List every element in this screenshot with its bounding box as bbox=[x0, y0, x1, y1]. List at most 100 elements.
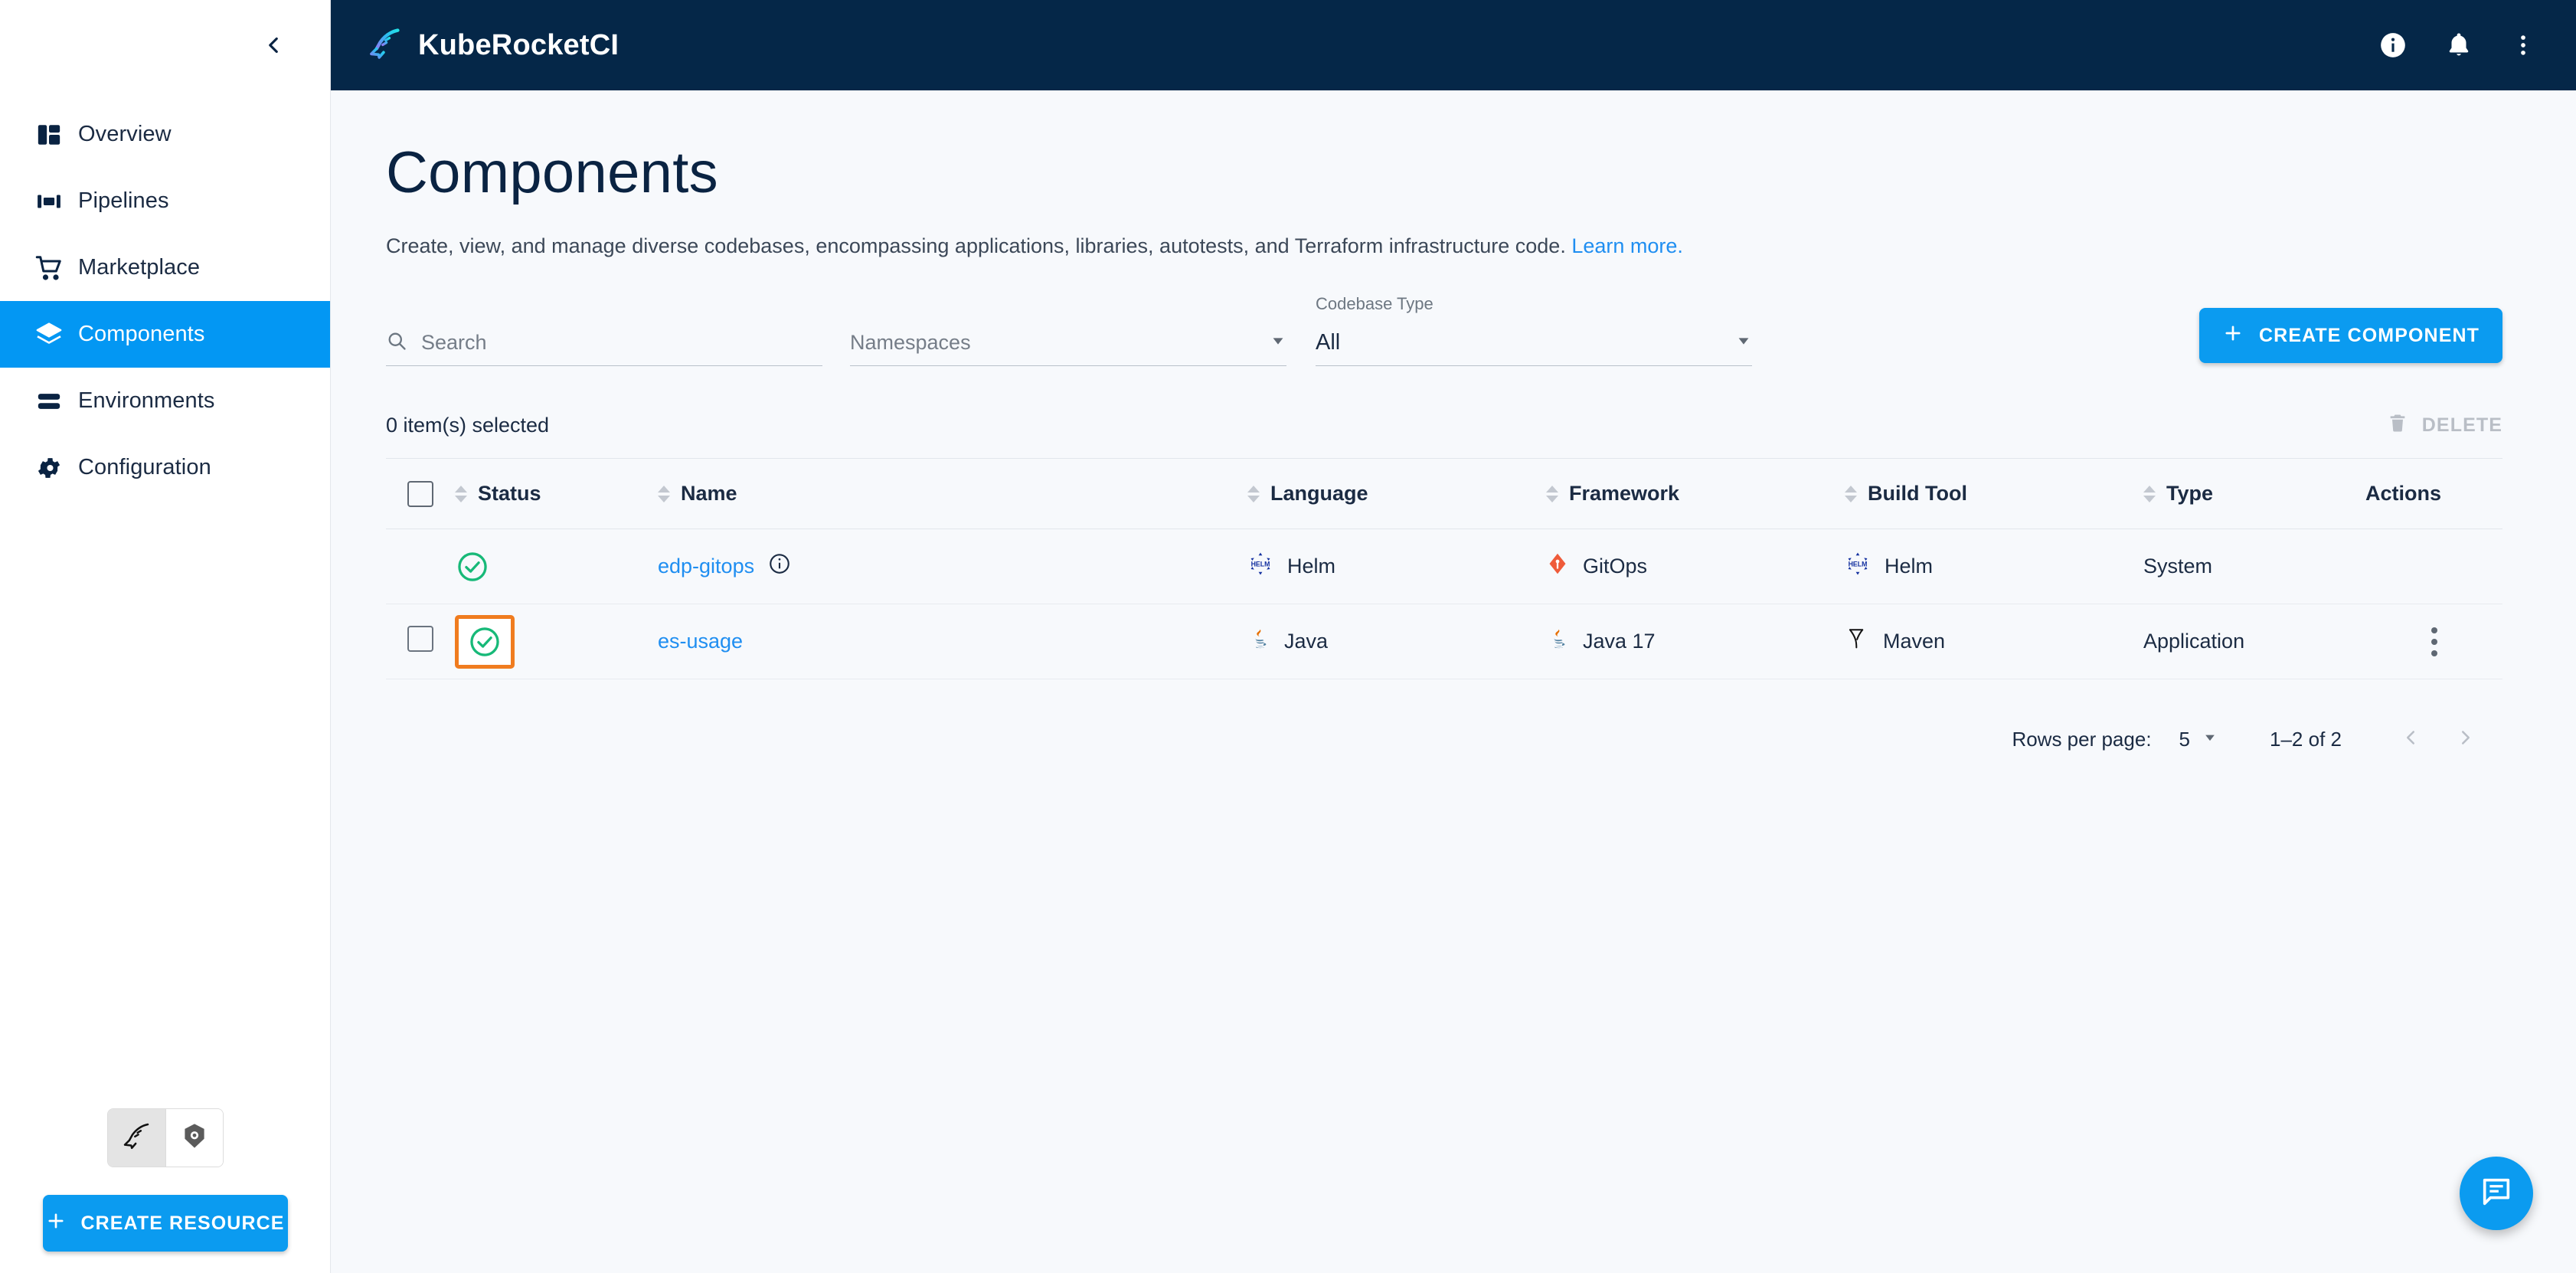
sidebar-item-pipelines[interactable]: Pipelines bbox=[0, 168, 330, 234]
sidebar-header bbox=[0, 0, 330, 90]
search-field: Search bbox=[386, 320, 822, 366]
th-build-tool[interactable]: Build Tool bbox=[1845, 459, 2143, 529]
delete-button[interactable]: DELETE bbox=[2387, 412, 2502, 439]
th-type-label: Type bbox=[2166, 482, 2213, 506]
sidebar-item-label: Environments bbox=[78, 388, 215, 414]
kuberocket-logo-icon bbox=[368, 27, 401, 64]
th-language-label: Language bbox=[1270, 482, 1368, 506]
kuberocket-mode-button[interactable] bbox=[108, 1109, 165, 1167]
topbar: KubeRocketCI bbox=[331, 0, 2576, 90]
namespaces-select[interactable]: Namespaces bbox=[850, 320, 1286, 366]
sidebar-item-components[interactable]: Components bbox=[0, 301, 330, 368]
sort-icon bbox=[1546, 486, 1558, 502]
cell-select bbox=[386, 529, 455, 604]
pagination-range: 1–2 of 2 bbox=[2270, 728, 2342, 751]
search-icon bbox=[386, 330, 407, 355]
table-row[interactable]: edp-gitops HELM Helm bbox=[386, 529, 2502, 604]
status-ok-icon[interactable] bbox=[467, 624, 502, 659]
cell-select bbox=[386, 604, 455, 679]
page-description: Create, view, and manage diverse codebas… bbox=[386, 234, 2502, 258]
app-root: Overview Pipelines Marketplace Component… bbox=[0, 0, 2576, 1273]
helm-icon: HELM bbox=[1845, 551, 1871, 582]
sidebar-item-overview[interactable]: Overview bbox=[0, 101, 330, 168]
status-highlight-box bbox=[455, 615, 515, 669]
th-actions: Actions bbox=[2365, 459, 2502, 529]
language-label: Helm bbox=[1287, 555, 1335, 578]
th-name-label: Name bbox=[681, 482, 737, 506]
row-actions-menu-icon[interactable] bbox=[2365, 627, 2502, 656]
sort-icon bbox=[2143, 486, 2156, 502]
build-tool-label: Helm bbox=[1885, 555, 1933, 578]
sort-icon bbox=[1247, 486, 1260, 502]
rows-per-page-label: Rows per page: bbox=[2012, 728, 2151, 751]
cell-language: HELM Helm bbox=[1247, 529, 1546, 604]
environments-icon bbox=[20, 388, 78, 414]
th-name[interactable]: Name bbox=[658, 459, 1247, 529]
selection-count: 0 item(s) selected bbox=[386, 414, 549, 437]
codebase-type-label: Codebase Type bbox=[1316, 294, 1433, 314]
th-actions-label: Actions bbox=[2365, 482, 2441, 506]
more-vertical-icon[interactable] bbox=[2510, 32, 2536, 58]
java-icon bbox=[1546, 626, 1569, 657]
row-checkbox[interactable] bbox=[407, 626, 433, 652]
brand[interactable]: KubeRocketCI bbox=[368, 27, 619, 64]
bell-icon[interactable] bbox=[2444, 31, 2473, 60]
sort-icon bbox=[455, 486, 467, 502]
create-resource-label: CREATE RESOURCE bbox=[80, 1212, 284, 1235]
info-icon[interactable] bbox=[2378, 31, 2408, 60]
select-all-checkbox[interactable] bbox=[407, 481, 433, 507]
codebase-type-select[interactable]: All bbox=[1316, 320, 1752, 366]
component-name-link[interactable]: es-usage bbox=[658, 630, 743, 653]
codebase-type-field: Codebase Type All bbox=[1316, 320, 1752, 366]
sidebar-item-label: Pipelines bbox=[78, 188, 169, 214]
sidebar-item-marketplace[interactable]: Marketplace bbox=[0, 234, 330, 301]
th-build-tool-label: Build Tool bbox=[1868, 482, 1967, 506]
next-page-button[interactable] bbox=[2438, 712, 2493, 767]
th-language[interactable]: Language bbox=[1247, 459, 1546, 529]
sidebar-item-label: Configuration bbox=[78, 455, 211, 480]
chat-icon bbox=[2479, 1174, 2514, 1213]
page-description-text: Create, view, and manage diverse codebas… bbox=[386, 234, 1566, 257]
page-title: Components bbox=[386, 144, 2502, 202]
pagination: Rows per page: 5 1–2 of 2 bbox=[386, 712, 2502, 767]
chevron-down-icon bbox=[1270, 332, 1286, 353]
main-column: KubeRocketCI Components Create, view, an… bbox=[331, 0, 2576, 1273]
th-type[interactable]: Type bbox=[2143, 459, 2365, 529]
th-framework[interactable]: Framework bbox=[1546, 459, 1845, 529]
previous-page-button[interactable] bbox=[2383, 712, 2438, 767]
chevron-left-icon bbox=[2399, 726, 2422, 753]
build-tool-label: Maven bbox=[1883, 630, 1945, 653]
plus-icon bbox=[45, 1210, 67, 1237]
chat-fab-button[interactable] bbox=[2460, 1157, 2533, 1230]
codebase-type-value: All bbox=[1316, 330, 1340, 355]
layers-icon bbox=[20, 321, 78, 349]
component-name-link[interactable]: edp-gitops bbox=[658, 555, 754, 578]
helm-icon: HELM bbox=[1247, 551, 1273, 582]
language-label: Java bbox=[1284, 630, 1328, 653]
status-ok-icon bbox=[455, 549, 490, 584]
kubernetes-mode-button[interactable] bbox=[165, 1109, 223, 1167]
page-content: Components Create, view, and manage dive… bbox=[331, 90, 2576, 1273]
rows-per-page-select[interactable]: 5 bbox=[2179, 728, 2218, 751]
sidebar-item-environments[interactable]: Environments bbox=[0, 368, 330, 434]
table-row[interactable]: es-usage Java bbox=[386, 604, 2502, 679]
learn-more-link[interactable]: Learn more. bbox=[1571, 234, 1683, 257]
collapse-sidebar-button[interactable] bbox=[252, 24, 295, 67]
sidebar-footer: CREATE RESOURCE bbox=[0, 1108, 330, 1273]
search-input[interactable]: Search bbox=[386, 320, 822, 366]
namespaces-placeholder: Namespaces bbox=[850, 331, 971, 355]
chevron-left-icon bbox=[260, 32, 286, 58]
plus-icon bbox=[2222, 322, 2244, 349]
trash-icon bbox=[2387, 412, 2408, 439]
cell-status bbox=[455, 529, 658, 604]
th-status[interactable]: Status bbox=[455, 459, 658, 529]
delete-label: DELETE bbox=[2422, 414, 2502, 437]
framework-label: GitOps bbox=[1583, 555, 1647, 578]
cell-type: System bbox=[2143, 529, 2365, 604]
info-outline-icon[interactable] bbox=[768, 552, 791, 581]
th-status-label: Status bbox=[478, 482, 541, 506]
cell-name: edp-gitops bbox=[658, 529, 1247, 604]
sidebar-item-configuration[interactable]: Configuration bbox=[0, 434, 330, 501]
create-component-button[interactable]: CREATE COMPONENT bbox=[2199, 308, 2502, 363]
create-resource-button[interactable]: CREATE RESOURCE bbox=[43, 1195, 288, 1252]
